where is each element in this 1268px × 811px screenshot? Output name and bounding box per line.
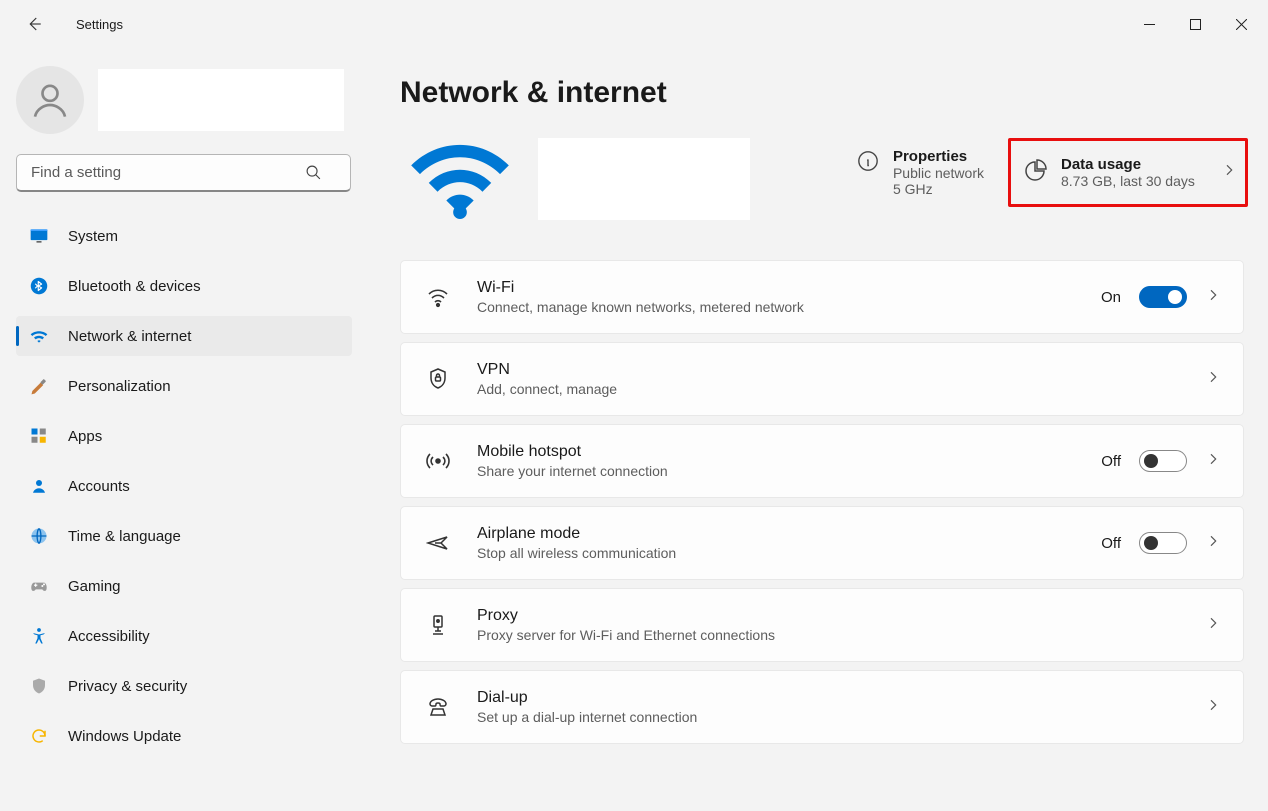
person-icon	[28, 475, 50, 497]
proxy-card[interactable]: Proxy Proxy server for Wi-Fi and Etherne…	[400, 588, 1244, 662]
sidebar-item-label: Windows Update	[68, 728, 181, 745]
properties-card[interactable]: Properties Public network 5 GHz	[845, 138, 996, 207]
close-button[interactable]	[1218, 8, 1264, 40]
properties-line1: Public network	[893, 165, 984, 181]
chevron-right-icon	[1221, 162, 1237, 183]
chevron-right-icon	[1205, 451, 1221, 472]
airplane-state: Off	[1101, 535, 1121, 552]
gamepad-icon	[28, 575, 50, 597]
chevron-right-icon	[1205, 615, 1221, 636]
shield-lock-icon	[423, 367, 453, 391]
wifi-card[interactable]: Wi-Fi Connect, manage known networks, me…	[400, 260, 1244, 334]
dialup-card[interactable]: Dial-up Set up a dial-up internet connec…	[400, 670, 1244, 744]
chevron-right-icon	[1205, 533, 1221, 554]
sidebar-item-label: Network & internet	[68, 328, 191, 345]
monitor-icon	[28, 225, 50, 247]
airplane-card[interactable]: Airplane mode Stop all wireless communic…	[400, 506, 1244, 580]
network-hero: Properties Public network 5 GHz Data usa…	[400, 138, 1248, 220]
card-sub: Proxy server for Wi-Fi and Ethernet conn…	[477, 627, 1181, 643]
phone-icon	[423, 695, 453, 719]
sidebar-item-accounts[interactable]: Accounts	[16, 466, 352, 506]
card-sub: Set up a dial-up internet connection	[477, 709, 1181, 725]
sidebar-item-windows-update[interactable]: Windows Update	[16, 716, 352, 756]
sidebar-item-apps[interactable]: Apps	[16, 416, 352, 456]
sidebar-item-bluetooth[interactable]: Bluetooth & devices	[16, 266, 352, 306]
card-title: VPN	[477, 361, 1181, 379]
apps-icon	[28, 425, 50, 447]
airplane-icon	[423, 531, 453, 555]
sidebar-item-label: Personalization	[68, 378, 171, 395]
search-icon	[305, 164, 322, 186]
maximize-button[interactable]	[1172, 8, 1218, 40]
globe-clock-icon	[28, 525, 50, 547]
card-sub: Connect, manage known networks, metered …	[477, 299, 1077, 315]
properties-line2: 5 GHz	[893, 181, 984, 197]
hotspot-state: Off	[1101, 453, 1121, 470]
card-sub: Share your internet connection	[477, 463, 1077, 479]
card-sub: Stop all wireless communication	[477, 545, 1077, 561]
sidebar-item-label: Apps	[68, 428, 102, 445]
nav-list: System Bluetooth & devices Network & int…	[16, 216, 352, 756]
main-content: Network & internet Properties	[368, 48, 1268, 811]
data-usage-sub: 8.73 GB, last 30 days	[1061, 173, 1195, 189]
sidebar-item-label: Privacy & security	[68, 678, 187, 695]
update-icon	[28, 725, 50, 747]
hotspot-toggle[interactable]	[1139, 450, 1187, 472]
sidebar-item-network[interactable]: Network & internet	[16, 316, 352, 356]
chevron-right-icon	[1205, 697, 1221, 718]
sidebar-item-personalization[interactable]: Personalization	[16, 366, 352, 406]
card-title: Mobile hotspot	[477, 443, 1077, 461]
card-title: Proxy	[477, 607, 1181, 625]
hotspot-card[interactable]: Mobile hotspot Share your internet conne…	[400, 424, 1244, 498]
properties-label: Properties	[893, 148, 984, 165]
sidebar-item-label: Time & language	[68, 528, 181, 545]
info-icon	[857, 150, 879, 177]
app-title: Settings	[76, 17, 123, 32]
sidebar-item-label: Accounts	[68, 478, 130, 495]
chevron-right-icon	[1205, 287, 1221, 308]
wifi-icon	[28, 325, 50, 347]
card-title: Dial-up	[477, 689, 1181, 707]
hotspot-icon	[423, 449, 453, 473]
sidebar-item-label: Gaming	[68, 578, 121, 595]
wifi-state: On	[1101, 289, 1121, 306]
sidebar-item-time-language[interactable]: Time & language	[16, 516, 352, 556]
sidebar-item-label: Accessibility	[68, 628, 150, 645]
search-input[interactable]	[16, 154, 351, 192]
wifi-large-icon	[400, 138, 520, 220]
shield-icon	[28, 675, 50, 697]
sidebar-item-label: System	[68, 228, 118, 245]
proxy-icon	[423, 613, 453, 637]
sidebar-item-accessibility[interactable]: Accessibility	[16, 616, 352, 656]
back-button[interactable]	[22, 12, 46, 36]
accessibility-icon	[28, 625, 50, 647]
minimize-button[interactable]	[1126, 8, 1172, 40]
profile-name	[98, 69, 344, 131]
sidebar-item-system[interactable]: System	[16, 216, 352, 256]
wifi-icon	[423, 285, 453, 309]
sidebar-item-gaming[interactable]: Gaming	[16, 566, 352, 606]
page-title: Network & internet	[400, 76, 1248, 110]
sidebar-item-label: Bluetooth & devices	[68, 278, 201, 295]
card-title: Airplane mode	[477, 525, 1077, 543]
vpn-card[interactable]: VPN Add, connect, manage	[400, 342, 1244, 416]
profile-block[interactable]	[16, 66, 352, 134]
wifi-toggle[interactable]	[1139, 286, 1187, 308]
paintbrush-icon	[28, 375, 50, 397]
airplane-toggle[interactable]	[1139, 532, 1187, 554]
pie-chart-icon	[1023, 159, 1047, 188]
card-title: Wi-Fi	[477, 279, 1077, 297]
title-bar: Settings	[0, 0, 1268, 48]
sidebar: System Bluetooth & devices Network & int…	[0, 48, 368, 811]
sidebar-item-privacy[interactable]: Privacy & security	[16, 666, 352, 706]
card-sub: Add, connect, manage	[477, 381, 1181, 397]
avatar	[16, 66, 84, 134]
bluetooth-icon	[28, 275, 50, 297]
chevron-right-icon	[1205, 369, 1221, 390]
data-usage-label: Data usage	[1061, 156, 1195, 173]
data-usage-card[interactable]: Data usage 8.73 GB, last 30 days	[1008, 138, 1248, 207]
network-name	[538, 138, 750, 220]
